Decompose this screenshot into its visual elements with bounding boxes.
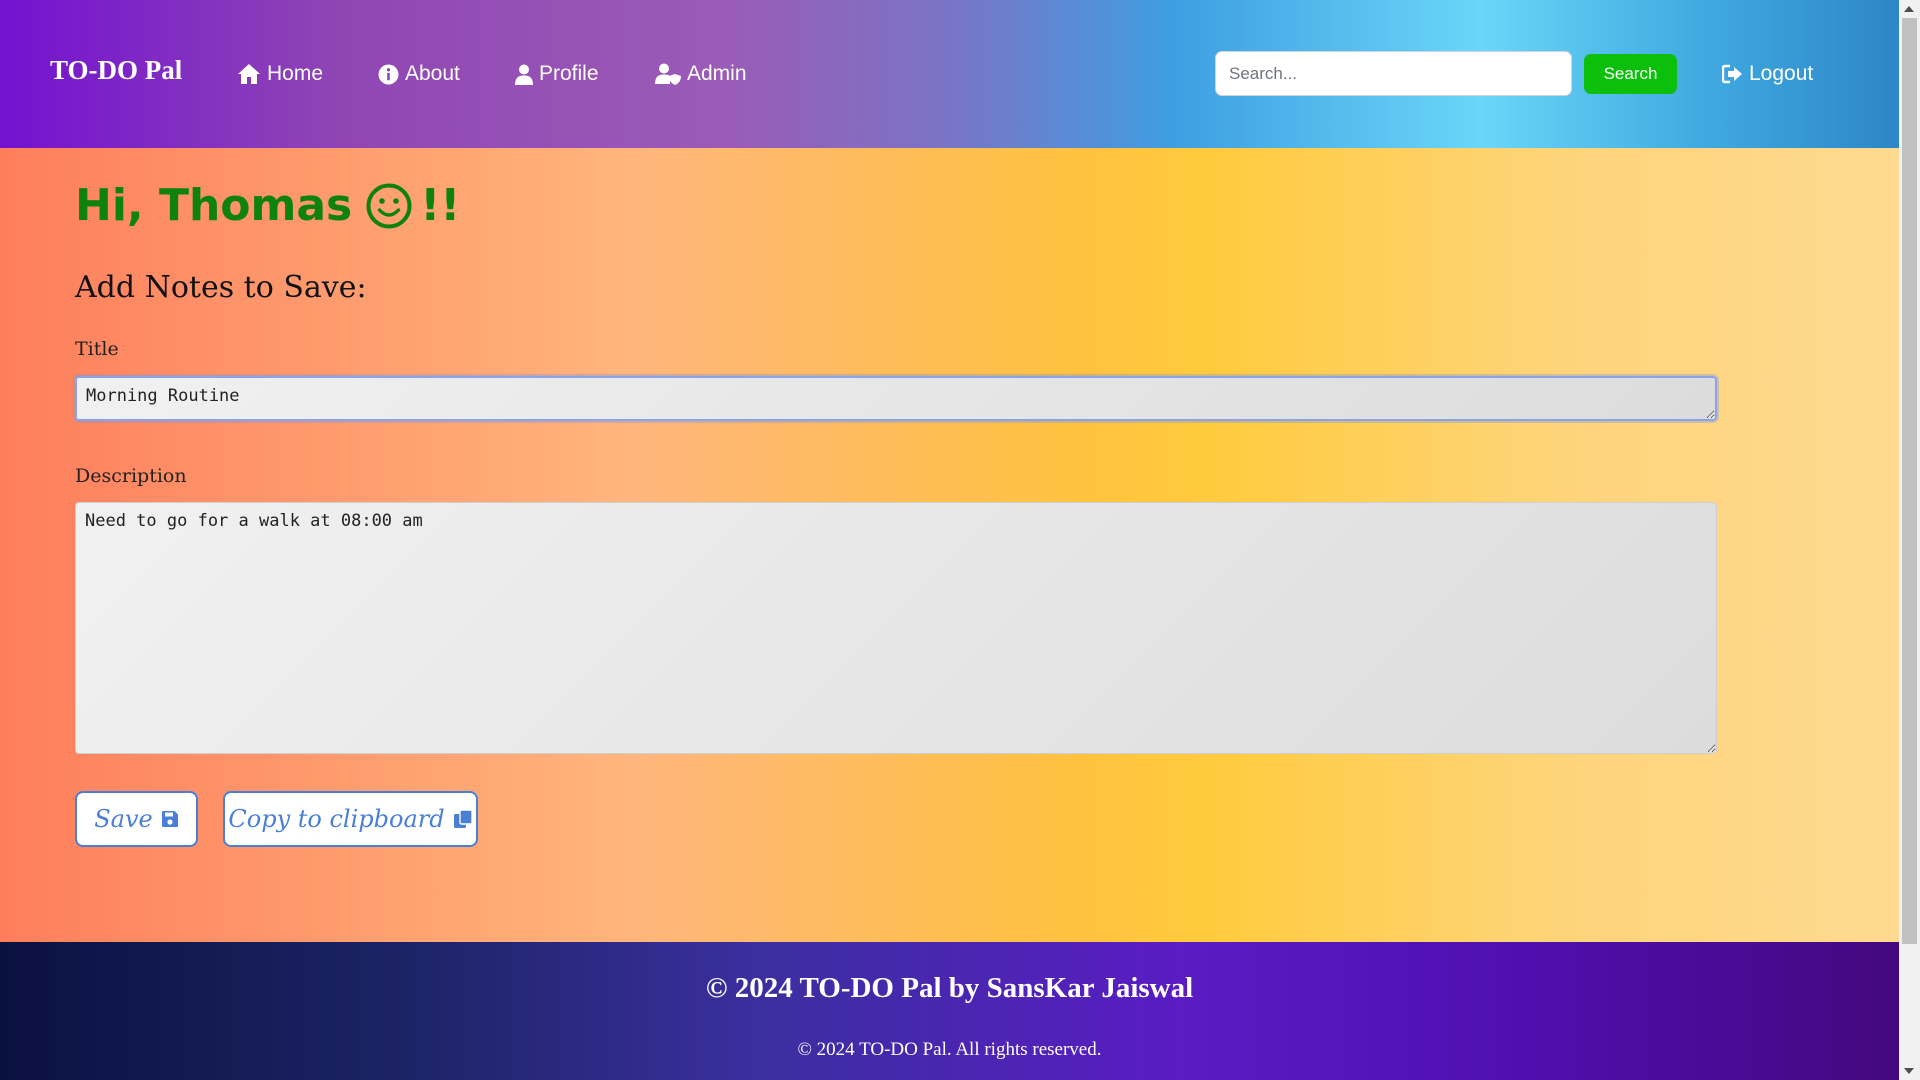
user-icon [515,64,533,85]
nav-link-about-label: About [405,62,460,85]
scroll-down-arrow[interactable] [1904,1068,1914,1074]
brand-logo[interactable]: TO-DO Pal [50,55,182,86]
footer-copyright: © 2024 TO-DO Pal. All rights reserved. [797,1039,1102,1060]
nav-link-profile-label: Profile [539,62,599,85]
nav-link-profile[interactable]: Profile [515,58,599,90]
greeting-heading: Hi, Thomas !! [75,180,460,231]
scroll-thumb[interactable] [1902,18,1917,944]
user-shield-icon [655,63,681,85]
main-content: Hi, Thomas !! Add Notes to Save: Title M… [0,148,1899,942]
page: TO-DO Pal Home About Profile Admin Searc… [0,0,1899,1080]
navbar: TO-DO Pal Home About Profile Admin Searc… [0,0,1899,148]
nav-link-admin[interactable]: Admin [655,58,747,90]
smiley-icon [366,183,412,228]
vertical-scrollbar[interactable] [1899,0,1920,1080]
copy-icon [453,809,473,828]
greeting-exclamation: !! [420,180,461,231]
floppy-disk-icon [161,811,178,827]
description-label: Description [75,465,187,487]
search-button[interactable]: Search [1584,54,1677,94]
description-field[interactable]: Need to go for a walk at 08:00 am [75,502,1717,754]
nav-link-home-label: Home [267,62,324,85]
title-field[interactable]: Morning Routine [75,376,1717,421]
copy-to-clipboard-button[interactable]: Copy to clipboard [223,791,478,847]
logout-label: Logout [1749,62,1814,85]
footer: © 2024 TO-DO Pal by SansKar Jaiswal © 20… [0,942,1899,1080]
title-label: Title [75,338,119,360]
save-button-label: Save [94,805,153,833]
nav-link-home[interactable]: Home [237,58,323,90]
search-input[interactable] [1215,51,1572,96]
logout-button[interactable]: Logout [1722,58,1813,90]
scroll-up-arrow[interactable] [1904,6,1914,12]
copy-button-label: Copy to clipboard [228,805,445,833]
footer-title: © 2024 TO-DO Pal by SansKar Jaiswal [705,972,1194,1004]
add-notes-heading: Add Notes to Save: [75,270,367,305]
greeting-text: Hi, Thomas [75,180,353,231]
logout-icon [1722,64,1742,84]
nav-link-admin-label: Admin [687,62,747,85]
save-button[interactable]: Save [75,791,198,847]
info-icon [378,64,399,84]
nav-link-about[interactable]: About [378,58,460,90]
home-icon [238,64,260,84]
